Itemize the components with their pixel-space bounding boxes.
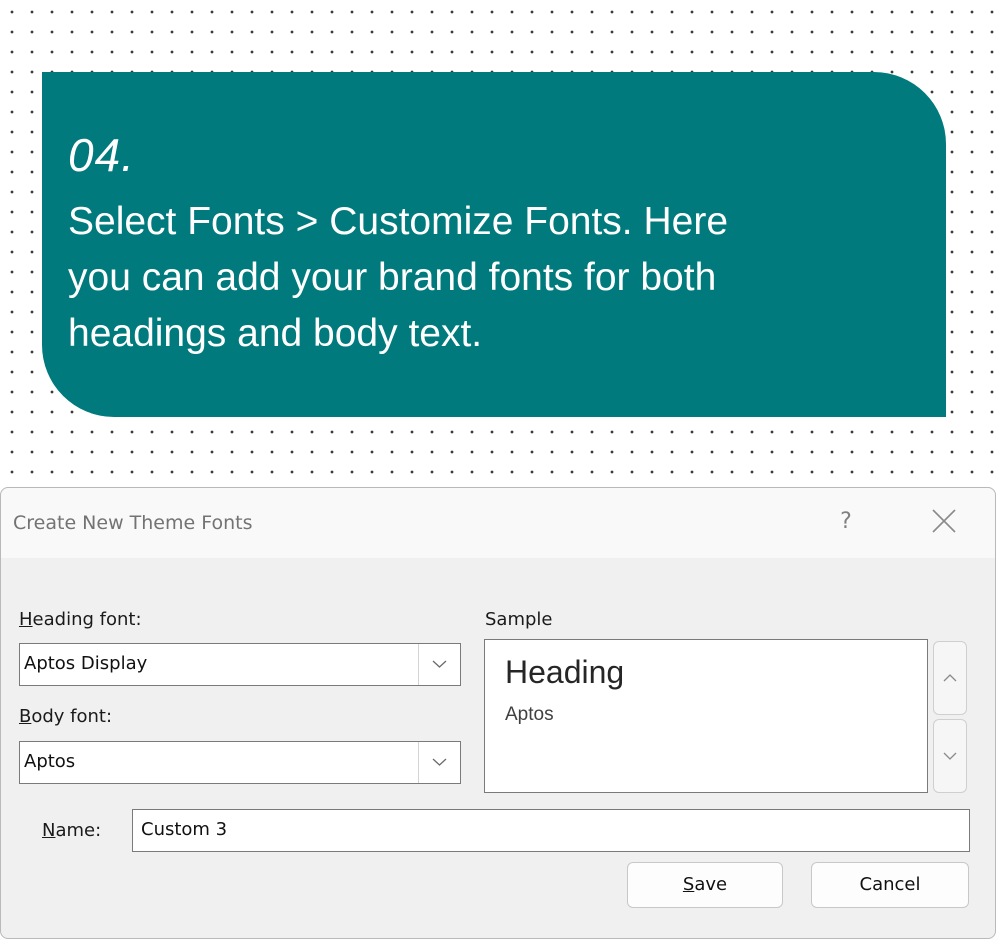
- heading-font-mnemonic: H: [19, 609, 33, 630]
- chevron-up-icon: [943, 674, 957, 682]
- sample-scroll-up-button[interactable]: [933, 641, 967, 715]
- chevron-down-icon: [432, 758, 447, 766]
- heading-font-label: Heading font:: [19, 609, 142, 630]
- name-label-text: ame:: [55, 820, 102, 841]
- save-label: ave: [694, 874, 728, 895]
- save-mnemonic: S: [682, 874, 695, 895]
- name-mnemonic: N: [42, 820, 56, 841]
- body-font-label-text: ody font:: [31, 706, 113, 727]
- close-icon: [932, 509, 956, 533]
- help-button[interactable]: ?: [831, 507, 861, 537]
- sample-label: Sample: [485, 609, 553, 630]
- chevron-down-icon: [943, 752, 957, 760]
- dialog-title: Create New Theme Fonts: [13, 512, 253, 534]
- body-font-select[interactable]: Aptos: [19, 741, 461, 784]
- body-font-label: Body font:: [19, 706, 112, 727]
- sample-body-text: Aptos: [505, 704, 554, 725]
- instruction-line: you can add your brand fonts for both: [68, 256, 717, 299]
- name-input[interactable]: Custom 3: [132, 809, 970, 852]
- body-font-mnemonic: B: [19, 706, 32, 727]
- instruction-line: headings and body text.: [68, 312, 483, 355]
- step-instructions: Select Fonts > Customize Fonts. Here you…: [68, 194, 918, 362]
- heading-font-value: Aptos Display: [24, 653, 148, 674]
- body-font-dropdown-button[interactable]: [418, 742, 460, 783]
- save-button[interactable]: Save: [627, 862, 783, 908]
- sample-preview: Heading Aptos: [484, 639, 928, 793]
- cancel-button[interactable]: Cancel: [811, 862, 969, 908]
- heading-font-label-text: eading font:: [32, 609, 142, 630]
- heading-font-dropdown-button[interactable]: [418, 644, 460, 685]
- chevron-down-icon: [432, 660, 447, 668]
- instruction-line: Select Fonts > Customize Fonts. Here: [68, 200, 729, 243]
- close-button[interactable]: [927, 504, 961, 538]
- sample-heading-text: Heading: [505, 654, 625, 690]
- body-font-value: Aptos: [24, 751, 76, 772]
- name-label: Name:: [42, 820, 101, 841]
- step-number: 04.: [68, 129, 135, 181]
- sample-scroll-down-button[interactable]: [933, 719, 967, 793]
- name-value: Custom 3: [141, 819, 228, 840]
- heading-font-select[interactable]: Aptos Display: [19, 643, 461, 686]
